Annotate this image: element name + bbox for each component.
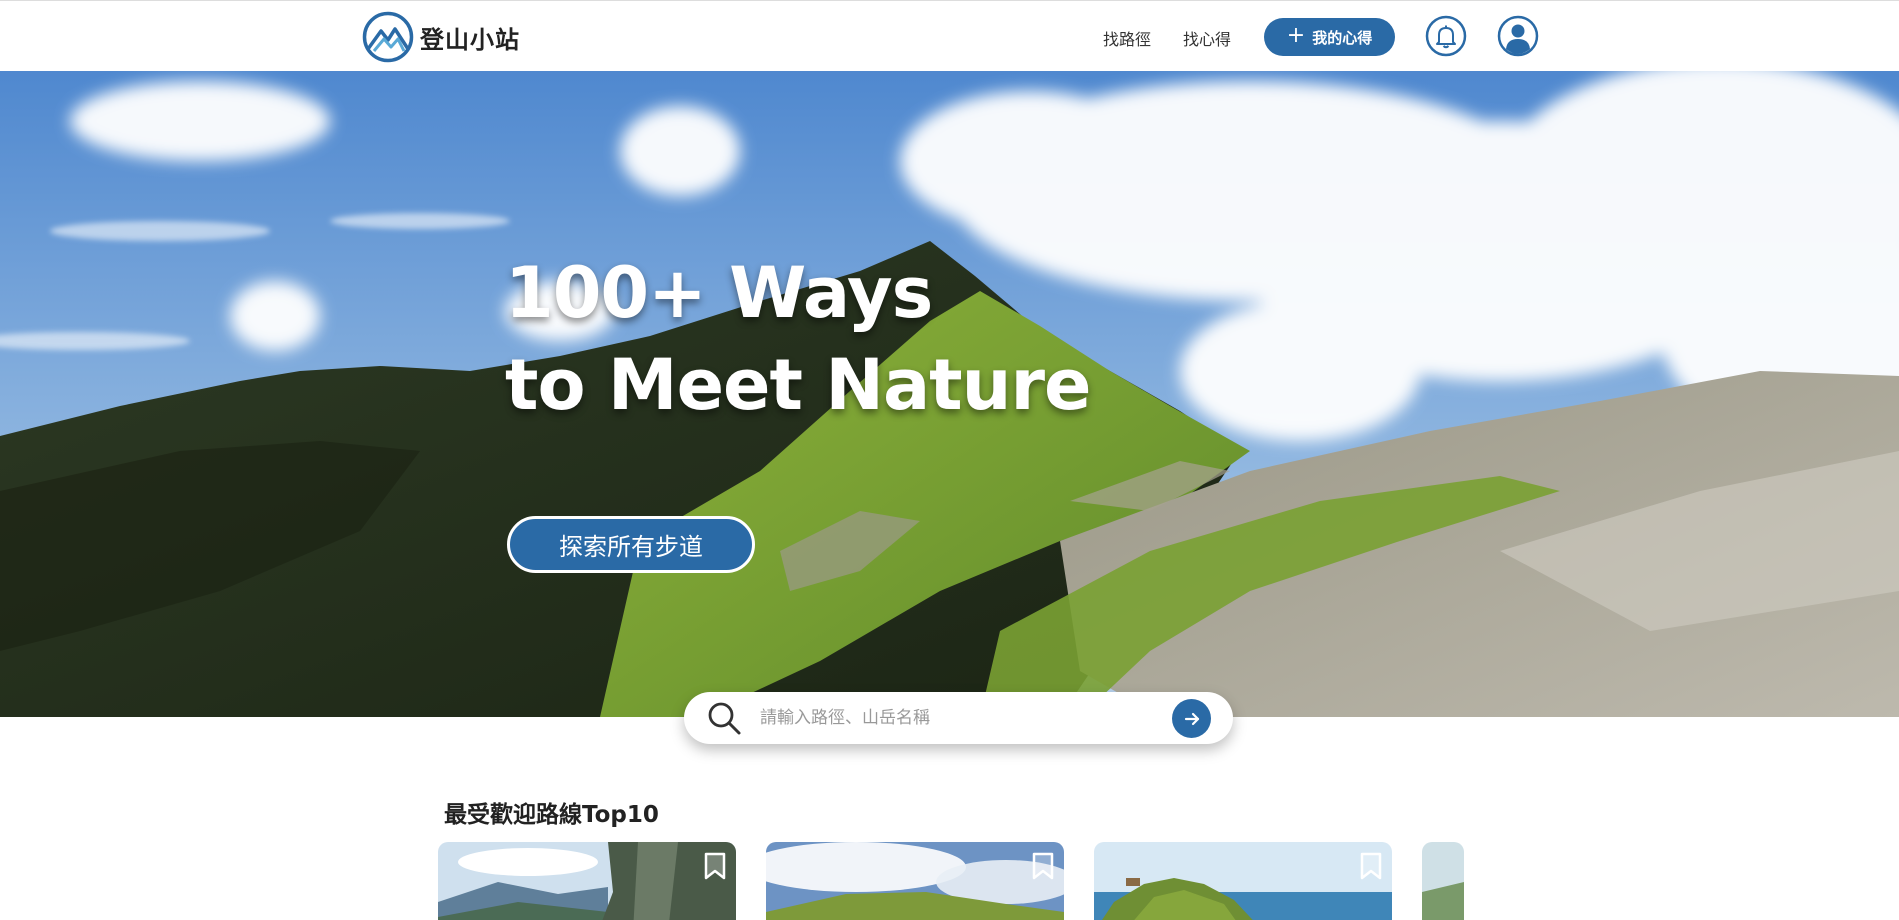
hero-title-line2: to Meet Nature — [505, 344, 1091, 426]
my-notes-button[interactable]: + 我的心得 — [1264, 18, 1395, 56]
search-input[interactable] — [760, 704, 1140, 732]
hero-title: 100+ Ways to Meet Nature — [505, 247, 1091, 431]
explore-trails-button[interactable]: 探索所有步道 — [507, 516, 755, 573]
brand[interactable]: 登山小站 — [362, 11, 520, 63]
nav-find-notes[interactable]: 找心得 — [1183, 26, 1231, 50]
bell-icon[interactable] — [1425, 15, 1467, 57]
route-card[interactable] — [438, 842, 736, 920]
route-card-image — [1422, 842, 1464, 920]
arrow-right-icon — [1184, 712, 1199, 725]
bookmark-icon[interactable] — [1032, 852, 1054, 880]
hero-title-line1: 100+ Ways — [505, 252, 933, 334]
route-card-image — [1094, 842, 1392, 920]
route-card-image — [766, 842, 1064, 920]
bookmark-icon[interactable] — [704, 852, 726, 880]
plus-icon: + — [1286, 23, 1306, 48]
user-icon[interactable] — [1497, 15, 1539, 57]
search-bar — [684, 692, 1233, 744]
brand-name: 登山小站 — [420, 25, 520, 54]
top-navbar: 登山小站 找路徑 找心得 + 我的心得 — [0, 0, 1899, 71]
search-submit-button[interactable] — [1172, 699, 1211, 738]
my-notes-label: 我的心得 — [1312, 28, 1373, 47]
route-card[interactable] — [1422, 842, 1464, 920]
bookmark-icon[interactable] — [1360, 852, 1382, 880]
hero-banner: 100+ Ways to Meet Nature 探索所有步道 — [0, 71, 1899, 717]
route-card[interactable] — [1094, 842, 1392, 920]
mountain-logo-icon — [362, 11, 414, 63]
popular-routes-title: 最受歡迎路線Top10 — [444, 802, 659, 828]
route-card-image — [438, 842, 736, 920]
search-icon — [708, 702, 741, 735]
route-card[interactable] — [766, 842, 1064, 920]
nav-find-trail[interactable]: 找路徑 — [1103, 26, 1151, 50]
